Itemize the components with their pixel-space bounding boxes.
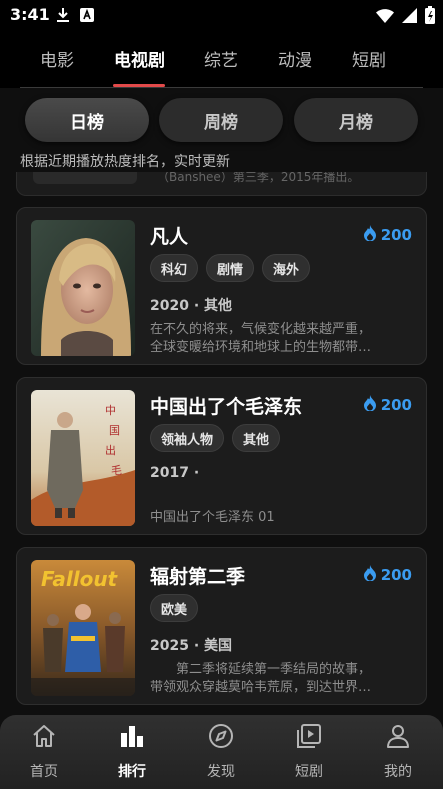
show-poster	[31, 220, 135, 356]
status-bar: 3:41	[0, 0, 443, 30]
nav-profile[interactable]: 我的	[363, 723, 433, 781]
show-title: 中国出了个毛泽东	[150, 396, 303, 418]
signal-icon	[402, 7, 417, 27]
tab-short-drama[interactable]: 短剧	[352, 46, 386, 71]
heat-value: 200	[380, 396, 412, 414]
heat-value: 200	[380, 226, 412, 244]
status-time: 3:41	[10, 5, 50, 24]
heat-score: 200	[363, 225, 412, 245]
show-poster: Fallout	[31, 560, 135, 696]
nav-ranking[interactable]: 排行	[97, 723, 167, 781]
tab-variety[interactable]: 综艺	[204, 46, 238, 71]
previous-show-description: （Banshee）第三季，2015年播出。	[157, 172, 360, 184]
flame-icon	[363, 565, 377, 585]
flame-icon	[363, 225, 377, 245]
person-icon	[385, 723, 411, 753]
year-region: 2020 · 其他	[150, 298, 233, 314]
tab-weekly[interactable]: 周榜	[159, 98, 283, 142]
tab-divider	[20, 87, 423, 88]
genre-tag[interactable]: 其他	[232, 424, 281, 452]
genre-tag[interactable]: 剧情	[206, 254, 255, 282]
tag-list: 科幻 剧情 海外	[150, 254, 311, 282]
heat-score: 200	[363, 395, 412, 415]
nav-home[interactable]: 首页	[9, 723, 79, 781]
description-line: 在不久的将来，气候变化越来越严重，	[150, 322, 372, 337]
previous-show-poster	[33, 172, 137, 184]
year-region: 2025 · 美国	[150, 638, 233, 654]
nav-short-drama[interactable]: 短剧	[274, 723, 344, 781]
nav-label: 短剧	[295, 764, 323, 780]
wifi-icon	[376, 8, 394, 27]
ranking-icon	[119, 723, 145, 753]
tab-monthly[interactable]: 月榜	[294, 98, 418, 142]
tag-list: 领袖人物 其他	[150, 424, 281, 452]
previous-show-card[interactable]: （Banshee）第三季，2015年播出。	[16, 172, 427, 196]
tab-movies[interactable]: 电影	[40, 46, 74, 71]
tab-tv-series[interactable]: 电视剧	[114, 46, 165, 71]
show-title: 辐射第二季	[150, 566, 246, 588]
genre-tag[interactable]: 海外	[262, 254, 311, 282]
tag-list: 欧美	[150, 594, 199, 622]
description-line: 带领观众穿越莫哈韦荒原，到达世界…	[150, 680, 372, 695]
genre-tag[interactable]: 欧美	[150, 594, 199, 622]
svg-text:毛: 毛	[111, 464, 122, 477]
show-card[interactable]: Fallout 辐射第二季 200 欧美 2025 · 美国 第二季将延续第一季…	[16, 547, 427, 705]
nav-discover[interactable]: 发现	[186, 723, 256, 781]
nav-label: 发现	[207, 764, 235, 780]
svg-text:国: 国	[109, 424, 120, 437]
svg-text:Fallout: Fallout	[41, 567, 119, 591]
bottom-navigation: 首页 排行 发现 短剧 我的	[0, 715, 443, 789]
nav-label: 排行	[118, 764, 146, 780]
tab-anime[interactable]: 动漫	[278, 46, 312, 71]
flame-icon	[363, 395, 377, 415]
svg-text:出: 出	[105, 443, 116, 457]
genre-tag[interactable]: 科幻	[150, 254, 199, 282]
show-description: 第二季将延续第一季结局的故事， 带领观众穿越莫哈韦荒原，到达世界…	[150, 661, 412, 697]
nav-label: 我的	[384, 764, 412, 780]
battery-icon	[425, 6, 435, 28]
show-card[interactable]: 凡人 200 科幻 剧情 海外 2020 · 其他 在不久的将来，气候变化越来越…	[16, 207, 427, 365]
tab-daily[interactable]: 日榜	[25, 98, 149, 142]
show-poster: 中 国 出 毛	[31, 390, 135, 526]
category-tabs: 电影 电视剧 综艺 动漫 短剧	[0, 30, 443, 88]
download-icon	[56, 7, 70, 27]
show-description: 中国出了个毛泽东 01	[150, 509, 412, 527]
genre-tag[interactable]: 领袖人物	[150, 424, 225, 452]
compass-icon	[208, 723, 234, 753]
svg-text:中: 中	[105, 404, 116, 417]
nav-label: 首页	[30, 764, 58, 780]
heat-value: 200	[380, 566, 412, 584]
home-icon	[31, 723, 57, 753]
app-notification-icon	[80, 7, 94, 27]
show-card[interactable]: 中 国 出 毛 中国出了个毛泽东 200 领袖人物 其他 2017 · 中国出了…	[16, 377, 427, 535]
year-region: 2017 ·	[150, 465, 200, 481]
description-line: 全球变暖给环境和地球上的生物都带…	[150, 340, 372, 355]
description-line: 中国出了个毛泽东 01	[150, 510, 275, 525]
play-list-icon	[296, 723, 322, 753]
show-title: 凡人	[150, 226, 189, 248]
heat-score: 200	[363, 565, 412, 585]
description-line: 第二季将延续第一季结局的故事，	[150, 662, 372, 677]
period-tabs: 日榜 周榜 月榜	[0, 98, 443, 144]
ranking-note: 根据近期播放热度排名，实时更新	[20, 154, 230, 170]
show-description: 在不久的将来，气候变化越来越严重， 全球变暖给环境和地球上的生物都带…	[150, 321, 412, 357]
